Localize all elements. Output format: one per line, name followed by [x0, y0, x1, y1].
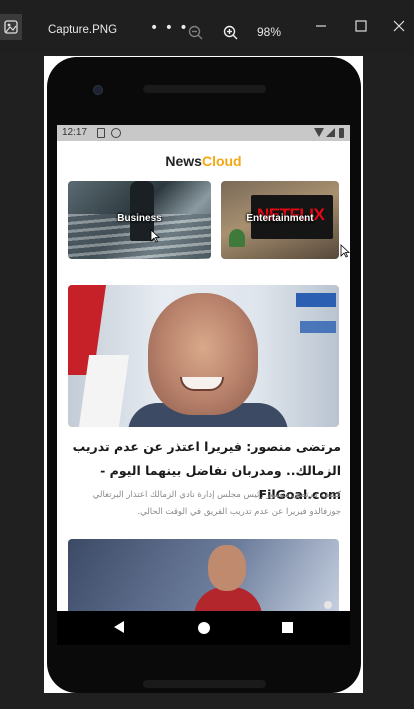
entertainment-photo-plant	[229, 229, 245, 247]
logo-news-text: News	[165, 153, 202, 169]
signal-icon	[326, 128, 335, 137]
scroll-indicator	[324, 601, 332, 609]
person-face	[148, 293, 258, 415]
zoom-out-icon[interactable]	[187, 24, 205, 42]
sync-icon	[111, 128, 121, 138]
category-label-business: Business	[117, 213, 162, 224]
bottom-speaker	[143, 680, 266, 688]
article-image[interactable]	[68, 285, 339, 427]
photo-viewer-titlebar: Capture.PNG • • • 98%	[0, 0, 414, 52]
close-icon[interactable]	[390, 17, 408, 35]
battery-icon	[339, 128, 344, 138]
flag-white-stripe	[78, 355, 130, 427]
wifi-icon	[314, 128, 324, 137]
category-card-business[interactable]: Business	[68, 181, 211, 259]
zoom-in-icon[interactable]	[222, 24, 240, 42]
back-button[interactable]	[114, 621, 124, 633]
phone-screen: 12:17 NewsCloud Business NETFLIX Enterta…	[57, 125, 350, 611]
sim-card-icon	[97, 128, 105, 138]
background-sign	[300, 321, 336, 333]
front-camera	[93, 85, 103, 95]
photos-app-icon[interactable]	[0, 14, 22, 40]
android-nav-bar	[57, 611, 350, 645]
recents-button[interactable]	[282, 622, 293, 633]
mouse-cursor-icon	[340, 244, 350, 258]
zoom-level-label: 98%	[257, 25, 282, 39]
status-bar: 12:17	[57, 125, 350, 141]
article-summary: كشف مرتضى منصور رئيس مجلس إدارة نادي الز…	[92, 490, 341, 517]
more-options-button[interactable]: • • •	[150, 20, 189, 36]
minimize-icon[interactable]	[312, 17, 330, 35]
status-time: 12:17	[62, 127, 88, 138]
background-sign	[296, 293, 336, 307]
mouse-cursor-icon	[150, 229, 160, 243]
article-image[interactable]	[68, 539, 339, 611]
person-face	[208, 545, 246, 591]
maximize-icon[interactable]	[352, 17, 370, 35]
logo-cloud-text: Cloud	[201, 153, 242, 169]
category-label-entertainment: Entertainment	[246, 213, 314, 224]
home-button[interactable]	[198, 622, 210, 634]
earpiece-speaker	[143, 85, 266, 93]
app-logo: NewsCloud	[57, 153, 350, 169]
category-card-entertainment[interactable]: NETFLIX Entertainment	[221, 181, 339, 259]
file-name-label: Capture.PNG	[48, 24, 118, 36]
